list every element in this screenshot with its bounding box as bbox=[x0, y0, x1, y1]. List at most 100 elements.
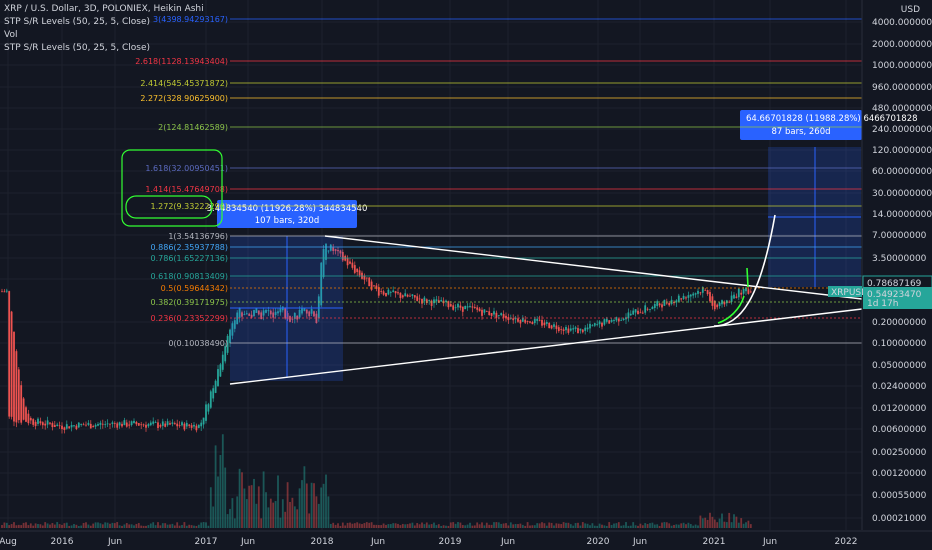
volume-bar bbox=[238, 468, 241, 528]
candle-body bbox=[109, 423, 111, 425]
candle-body bbox=[130, 421, 133, 426]
volume-bar bbox=[709, 512, 711, 528]
volume-bar bbox=[555, 523, 558, 528]
candle-body bbox=[173, 423, 176, 425]
candle-body bbox=[644, 305, 647, 313]
candle-body bbox=[101, 423, 104, 425]
candle-body bbox=[29, 418, 32, 421]
candle-body bbox=[665, 302, 668, 304]
volume-bar bbox=[411, 522, 414, 528]
volume-bar bbox=[20, 525, 23, 528]
price-axis-unit: USD bbox=[901, 5, 920, 15]
volume-bar bbox=[123, 524, 126, 528]
candle-body bbox=[190, 425, 193, 428]
volume-bar bbox=[495, 522, 498, 528]
candle-body bbox=[735, 296, 738, 298]
volume-bar bbox=[212, 506, 215, 528]
measure-boxes[interactable]: 3.44834540 (11926.28%) 344834540 107 bars… bbox=[207, 110, 918, 381]
volume-bar bbox=[257, 486, 260, 528]
volume-bar bbox=[37, 524, 39, 528]
volume-bar bbox=[737, 522, 740, 528]
candle-body bbox=[157, 422, 159, 428]
volume-bar bbox=[87, 524, 90, 528]
volume-bar bbox=[68, 525, 71, 528]
volume-bar bbox=[541, 522, 543, 528]
price-tick-label: 14.00000000 bbox=[872, 210, 932, 220]
candle-body bbox=[567, 328, 570, 333]
candle-body bbox=[730, 295, 733, 302]
volume-bar bbox=[313, 483, 315, 528]
volume-bar bbox=[718, 518, 721, 528]
volume-bar bbox=[394, 523, 397, 528]
volume-bar bbox=[260, 518, 263, 528]
volume-bar bbox=[723, 521, 726, 528]
time-tick-label: 2019 bbox=[439, 537, 462, 547]
volume-bar bbox=[694, 524, 697, 528]
volume-bar bbox=[641, 525, 644, 528]
volume-bar bbox=[469, 522, 471, 528]
volume-bar bbox=[99, 523, 102, 528]
candle-body bbox=[461, 306, 464, 312]
volume-bar bbox=[586, 523, 589, 528]
volume-bar bbox=[416, 523, 419, 528]
price-chart[interactable]: 3.44834540 (11926.28%) 344834540 107 bars… bbox=[0, 0, 932, 550]
candle-body bbox=[694, 293, 697, 295]
volume-bar bbox=[169, 524, 171, 528]
volume-bar bbox=[689, 524, 692, 528]
price-tick-label: 480.00000000 bbox=[872, 104, 932, 114]
volume-bar bbox=[229, 508, 231, 528]
candle-body bbox=[346, 258, 349, 266]
candle-body bbox=[392, 290, 395, 292]
volume-bar bbox=[365, 522, 368, 528]
candle-body bbox=[397, 292, 399, 294]
candle-body bbox=[689, 294, 692, 297]
volume-bar bbox=[317, 503, 320, 528]
time-axis[interactable]: Aug 2016 Jun 2017 Jun 2018 Jun 2019 Jun 2020 Jun 20… bbox=[0, 530, 932, 547]
volume-bar bbox=[44, 522, 47, 528]
candle-body bbox=[365, 277, 368, 279]
volume-bar bbox=[615, 523, 618, 528]
volume-bar bbox=[509, 522, 512, 528]
candle-body bbox=[416, 296, 419, 301]
candle-body bbox=[608, 320, 611, 324]
parabolic-curve bbox=[713, 214, 776, 327]
candle-body bbox=[581, 329, 584, 333]
candle-body bbox=[560, 329, 563, 330]
volume-bar bbox=[507, 525, 510, 528]
volume-bar bbox=[149, 523, 152, 528]
volume-bar bbox=[1, 525, 3, 528]
volume-bar bbox=[8, 525, 11, 528]
candle-body bbox=[75, 425, 78, 430]
volume-bar bbox=[735, 516, 738, 528]
volume-bar bbox=[485, 522, 488, 528]
volume-bar bbox=[193, 525, 195, 528]
candle-body bbox=[680, 298, 683, 300]
volume-bar bbox=[164, 523, 167, 528]
volume-bar bbox=[262, 471, 265, 528]
candle-body bbox=[39, 421, 42, 424]
volume-bar bbox=[529, 525, 531, 528]
volume-label[interactable]: Vol bbox=[4, 29, 204, 42]
volume-bar bbox=[325, 474, 327, 528]
volume-bar bbox=[613, 523, 615, 528]
candle-body bbox=[349, 261, 351, 264]
symbol-title[interactable]: XRP / U.S. Dollar, 3D, POLONIEX, Heikin … bbox=[4, 3, 204, 16]
candle-body bbox=[699, 292, 702, 294]
volume-bar bbox=[332, 522, 335, 528]
measure-label-line2: 87 bars, 260d bbox=[771, 127, 830, 137]
indicator-label[interactable]: STP S/R Levels (50, 25, 5, Close) bbox=[4, 42, 204, 55]
candle-body bbox=[154, 422, 157, 423]
volume-bar bbox=[298, 488, 301, 528]
candle-body bbox=[457, 303, 459, 308]
candle-body bbox=[500, 313, 503, 316]
volume-bar bbox=[399, 525, 402, 528]
volume-bar bbox=[721, 513, 723, 528]
volume-bar bbox=[658, 525, 661, 528]
price-tick-label: 0.10000000 bbox=[872, 339, 927, 349]
volume-bar bbox=[363, 523, 366, 528]
candle-body bbox=[610, 319, 613, 322]
indicator-label[interactable]: STP S/R Levels (50, 25, 5, Close) bbox=[4, 16, 204, 29]
price-tick-label: 7.00000000 bbox=[872, 231, 927, 241]
volume-bar bbox=[437, 524, 440, 528]
volume-bar bbox=[565, 522, 567, 528]
